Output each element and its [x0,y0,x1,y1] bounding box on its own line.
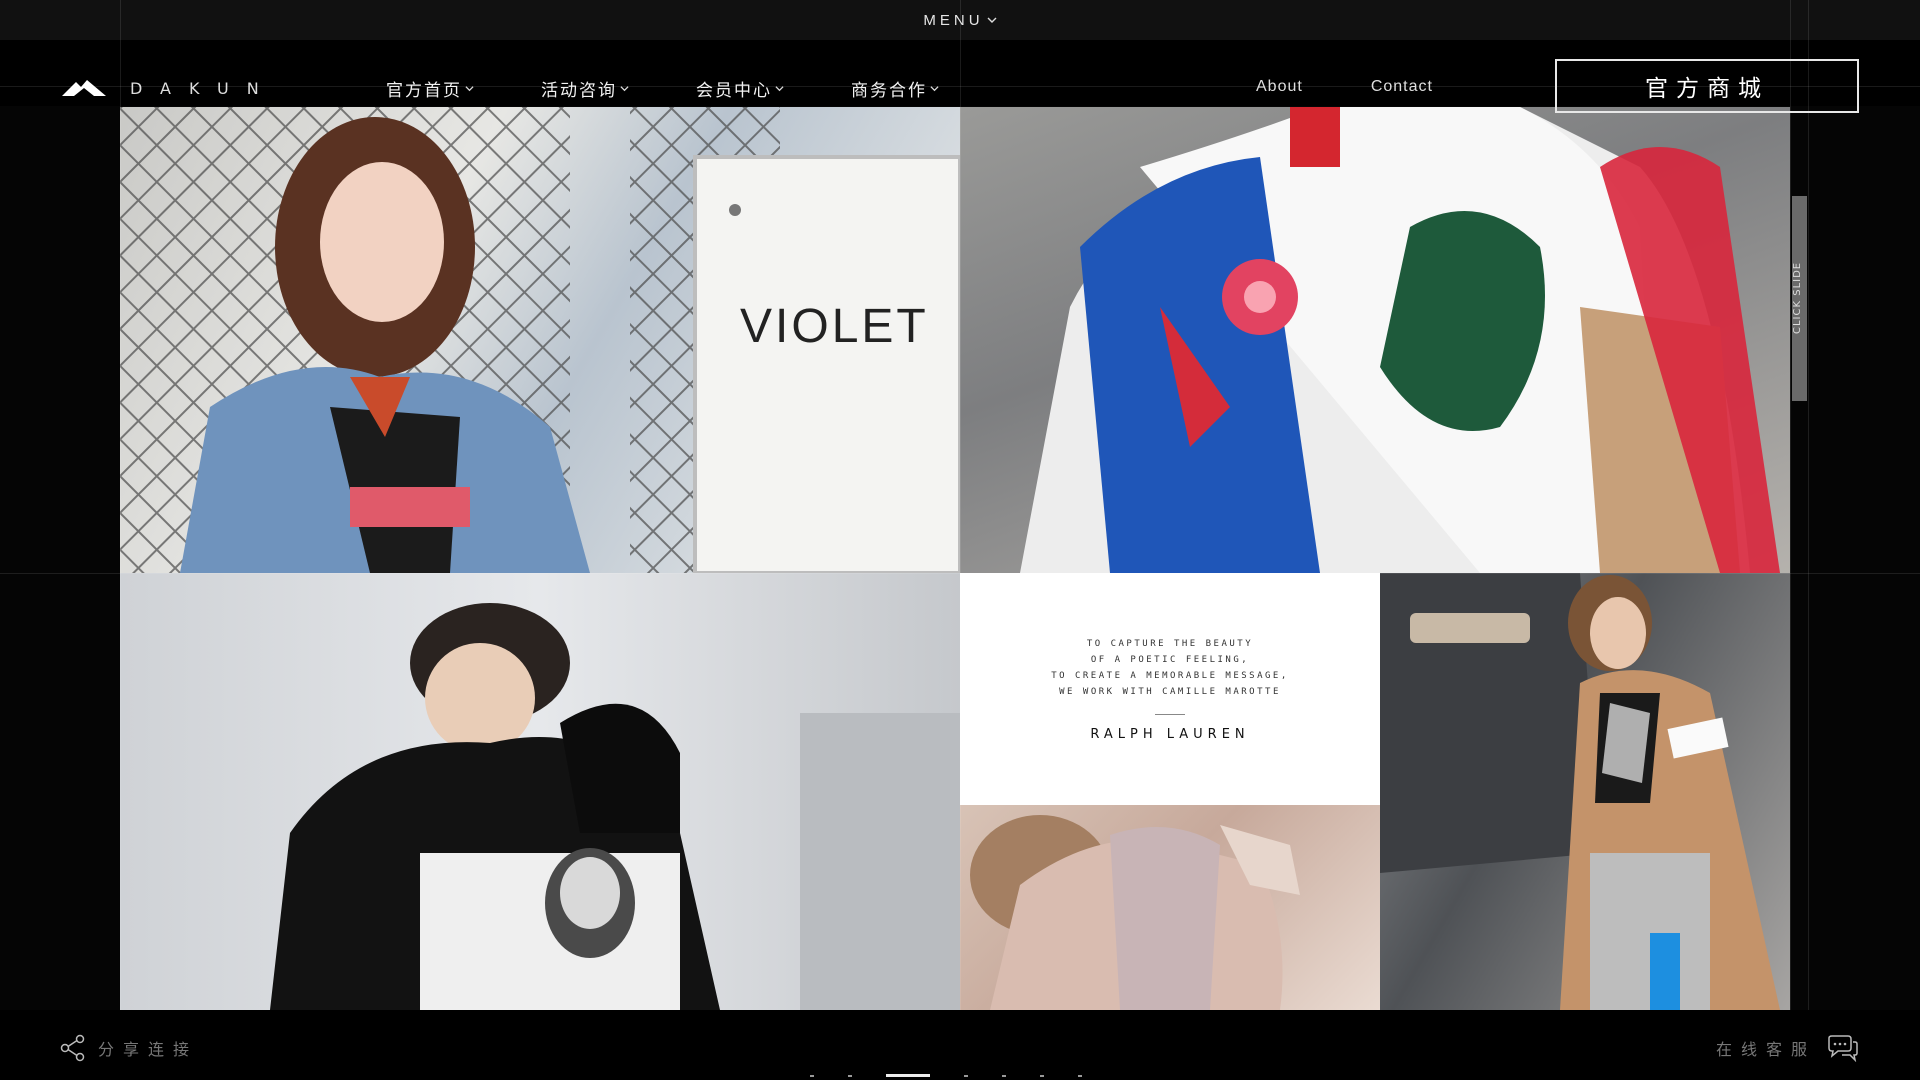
nav-item-home[interactable]: 官方首页 [386,76,541,101]
click-slide-text: CLICK SLIDE [1792,261,1803,334]
nav-item-label: 活动咨询 [541,81,617,100]
pager-dot[interactable] [810,1074,814,1077]
secondary-nav: About Contact [1256,78,1433,96]
pager-dot[interactable] [964,1074,968,1077]
photo-tile-woman-denim[interactable]: VIOLET [120,107,960,573]
violet-sign-text: VIOLET [740,300,929,353]
quote-card: TO CAPTURE THE BEAUTY OF A POETIC FEELIN… [960,573,1380,805]
click-slide-label[interactable]: CLICK SLIDE [1788,262,1810,368]
share-icon [60,1034,85,1062]
photo-tile-camel-coat[interactable] [1380,573,1790,1010]
contact-link[interactable]: Contact [1371,78,1433,96]
service-label: 在线客服 [1715,1042,1816,1059]
camel-coat-illustration [1380,573,1780,1010]
nav-item-label: 官方首页 [386,81,462,100]
guide-line [0,573,1920,574]
photo-tile-pink-coat[interactable] [960,805,1380,1010]
chevron-down-icon [987,17,997,23]
about-link[interactable]: About [1256,78,1303,96]
brand-logo[interactable]: DAKUN [60,78,277,98]
jacket-illustration [1020,107,1780,573]
brand-name: DAKUN [130,78,277,98]
nav-item-label: 商务合作 [851,81,927,100]
menu-label: MENU [923,11,984,29]
quote-line: OF A POETIC FEELING, [1090,655,1250,665]
nav-item-members[interactable]: 会员中心 [696,76,851,101]
nav-item-label: 会员中心 [696,81,772,100]
photo-tile-souvenir-jacket[interactable] [960,107,1790,573]
coat-illustration [970,815,1300,1010]
divider [1155,714,1185,715]
quote-line: WE WORK WITH CAMILLE MAROTTE [1059,687,1281,697]
pager-dot[interactable] [1040,1074,1044,1077]
share-link-button[interactable]: 分享连接 [60,1034,198,1062]
guide-line [1808,0,1809,1080]
online-service-button[interactable]: 在线客服 [1716,1034,1860,1062]
slide-pager [810,1074,1082,1077]
main-nav: 官方首页 活动咨询 会员中心 商务合作 [386,76,1006,101]
pager-dot[interactable] [1078,1074,1082,1077]
guide-line [960,0,961,1080]
guide-line [1790,0,1791,1080]
quote-line: TO CREATE A MEMORABLE MESSAGE, [1051,671,1289,681]
quote-brand: RALPH LAUREN [1090,727,1250,742]
nav-item-events[interactable]: 活动咨询 [541,76,696,101]
pager-dot[interactable] [1002,1074,1006,1077]
site-footer: 分享连接 在线客服 [0,1010,1920,1080]
mountain-logo-icon [62,80,106,96]
pager-dot[interactable] [848,1074,852,1077]
page: MENU DAKUN 官方首页 活动咨询 会员中心 商务合作 About Con… [0,0,1920,1080]
pager-dot[interactable] [886,1074,930,1077]
photo-tile-man-hoodie[interactable] [120,573,960,1010]
official-store-button[interactable]: 官方商城 [1555,59,1859,113]
share-label: 分享连接 [98,1042,199,1059]
chat-bubble-icon [1828,1035,1858,1062]
quote-line: TO CAPTURE THE BEAUTY [1086,639,1254,649]
guide-line [120,0,121,1080]
nav-item-business[interactable]: 商务合作 [851,76,1006,101]
hoodie-illustration [270,603,960,1010]
